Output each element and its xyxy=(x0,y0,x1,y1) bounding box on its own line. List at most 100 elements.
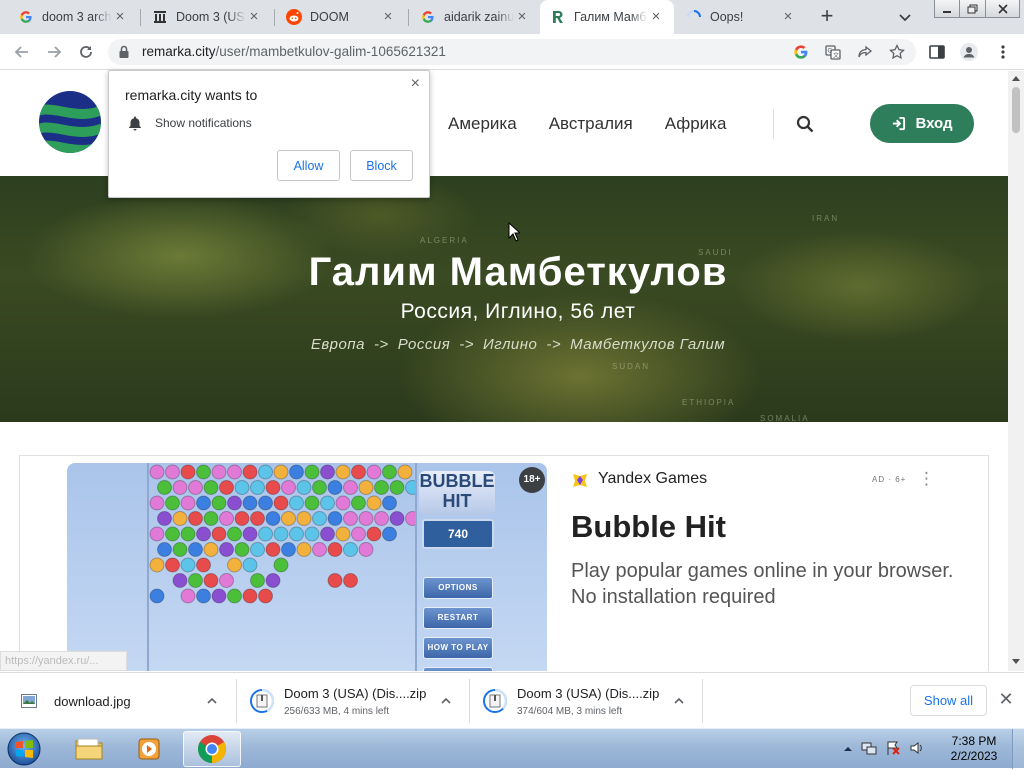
back-button[interactable] xyxy=(12,42,32,62)
taskbar-app-media-player[interactable] xyxy=(120,731,178,767)
scroll-down-arrow-icon[interactable] xyxy=(1012,659,1020,664)
bookmark-star-icon[interactable] xyxy=(889,43,905,60)
taskbar-clock[interactable]: 7:38 PM 2/2/2023 xyxy=(944,734,1004,764)
chevron-up-icon[interactable] xyxy=(440,695,452,707)
show-all-downloads-button[interactable]: Show all xyxy=(910,685,987,716)
game-how-to-play-button: HOW TO PLAY xyxy=(423,637,493,659)
taskbar-app-file-explorer[interactable] xyxy=(60,731,118,767)
chevron-up-icon[interactable] xyxy=(206,695,218,707)
block-button[interactable]: Block xyxy=(350,150,413,181)
popup-close-icon[interactable]: × xyxy=(411,75,420,93)
tab-oops[interactable]: Oops! × xyxy=(676,0,806,34)
game-bubble xyxy=(327,542,343,557)
tab-close-icon[interactable]: × xyxy=(112,9,128,25)
tab-search-chevron-icon[interactable] xyxy=(896,8,914,26)
site-logo[interactable] xyxy=(38,90,102,154)
tab-close-icon[interactable]: × xyxy=(246,9,262,25)
windows-taskbar: 7:38 PM 2/2/2023 xyxy=(0,728,1024,769)
profile-avatar-icon[interactable] xyxy=(960,43,978,61)
download-item[interactable]: Doom 3 (USA) (Dis....zip 374/604 MB, 3 m… xyxy=(483,673,673,729)
allow-button[interactable]: Allow xyxy=(277,150,340,181)
scrollbar-thumb[interactable] xyxy=(1012,87,1020,133)
download-item[interactable]: download.jpg xyxy=(20,673,230,729)
game-bubble xyxy=(165,464,180,480)
tab-title: DOOM xyxy=(310,10,349,24)
translate-icon[interactable]: 文G xyxy=(825,44,841,60)
address-bar[interactable]: remarka.city/user/mambetkulov-galim-1065… xyxy=(108,39,916,65)
menu-kebab-icon[interactable] xyxy=(994,43,1012,61)
side-panel-icon[interactable] xyxy=(928,43,946,61)
minimize-button[interactable] xyxy=(934,0,960,18)
tab-close-icon[interactable]: × xyxy=(380,9,396,25)
game-bubble xyxy=(265,573,281,588)
game-bubble xyxy=(320,526,335,542)
login-button[interactable]: Вход xyxy=(870,104,974,143)
ad-title[interactable]: Bubble Hit xyxy=(571,509,726,545)
tab-doom-3-archive[interactable]: doom 3 archive × xyxy=(8,0,138,34)
google-icon xyxy=(420,9,436,25)
tab-doom[interactable]: DOOM × xyxy=(276,0,406,34)
nav-item-africa[interactable]: Африка xyxy=(665,114,727,134)
ad-card[interactable]: BUBBLE HIT 740 OPTIONS RESTART HOW TO PL… xyxy=(19,455,989,671)
scroll-up-arrow-icon[interactable] xyxy=(1012,76,1020,81)
download-shelf: download.jpg Doom 3 (USA) (Dis....zip 25… xyxy=(0,672,1024,728)
game-button xyxy=(423,667,493,671)
taskbar-app-chrome[interactable] xyxy=(183,731,241,767)
tab-close-icon[interactable]: × xyxy=(648,9,664,25)
google-lens-icon[interactable] xyxy=(793,44,809,60)
tab-close-icon[interactable]: × xyxy=(780,9,796,25)
breadcrumb-item[interactable]: Европа xyxy=(311,336,365,353)
popup-message: Show notifications xyxy=(155,116,252,130)
game-bubble xyxy=(242,464,258,480)
ad-menu-kebab-icon[interactable]: ⋮ xyxy=(918,470,935,490)
tab-galim-mambetkulov[interactable]: Галим Мамбетку × xyxy=(540,0,674,34)
nav-item-australia[interactable]: Австралия xyxy=(549,114,633,134)
tab-aidarik-zainull[interactable]: aidarik zainull × xyxy=(410,0,540,34)
volume-icon[interactable] xyxy=(909,740,925,759)
breadcrumb-item-current: Мамбеткулов Галим xyxy=(570,336,726,353)
ad-game-preview[interactable]: BUBBLE HIT 740 OPTIONS RESTART HOW TO PL… xyxy=(67,463,547,671)
tab-title: Oops! xyxy=(710,10,744,24)
network-icon[interactable] xyxy=(861,740,877,759)
lock-icon[interactable] xyxy=(116,44,132,60)
close-window-button[interactable] xyxy=(986,0,1020,18)
tray-expand-icon[interactable] xyxy=(843,742,853,757)
close-download-shelf-icon[interactable]: ✕ xyxy=(998,690,1014,708)
flag-warning-icon[interactable] xyxy=(885,740,901,759)
search-icon[interactable] xyxy=(796,115,814,133)
url-path: /user/mambetkulov-galim-1065621321 xyxy=(215,44,446,59)
game-bubble xyxy=(165,526,180,542)
new-tab-button[interactable]: + xyxy=(816,5,838,28)
ad-brand[interactable]: Yandex Games xyxy=(598,470,707,488)
forward-button[interactable] xyxy=(44,42,64,62)
page-scrollbar[interactable] xyxy=(1008,71,1024,671)
breadcrumb-item[interactable]: Иглино xyxy=(483,336,537,353)
nav-item-america[interactable]: Америка xyxy=(448,114,517,134)
chevron-up-icon[interactable] xyxy=(673,695,685,707)
game-bubble xyxy=(227,588,242,604)
game-bubble xyxy=(203,480,219,495)
game-bubble xyxy=(265,511,281,526)
game-bubble xyxy=(196,526,211,542)
tab-close-icon[interactable]: × xyxy=(514,9,530,25)
game-bubble xyxy=(234,542,250,557)
breadcrumb-item[interactable]: Россия xyxy=(398,336,451,353)
tab-doom-3-usa[interactable]: Doom 3 (USA) × xyxy=(142,0,272,34)
share-icon[interactable] xyxy=(857,44,873,60)
game-bubble xyxy=(296,511,312,526)
download-status: 374/604 MB, 3 mins left xyxy=(517,705,623,717)
game-bubble xyxy=(265,542,281,557)
reload-button[interactable] xyxy=(76,42,96,62)
game-bubble xyxy=(258,495,273,511)
start-button[interactable] xyxy=(4,730,44,768)
game-bubble xyxy=(196,588,211,604)
notification-permission-popup: remarka.city wants to × Show notificatio… xyxy=(108,70,430,198)
map-label: IRAN xyxy=(812,214,840,223)
download-item[interactable]: Doom 3 (USA) (Dis....zip 256/633 MB, 4 m… xyxy=(250,673,440,729)
game-bubble xyxy=(312,511,327,526)
restore-button[interactable] xyxy=(960,0,986,18)
show-desktop-button[interactable] xyxy=(1012,729,1024,769)
game-bubble xyxy=(157,542,172,557)
game-bubble xyxy=(211,526,227,542)
svg-text:G: G xyxy=(828,48,833,55)
